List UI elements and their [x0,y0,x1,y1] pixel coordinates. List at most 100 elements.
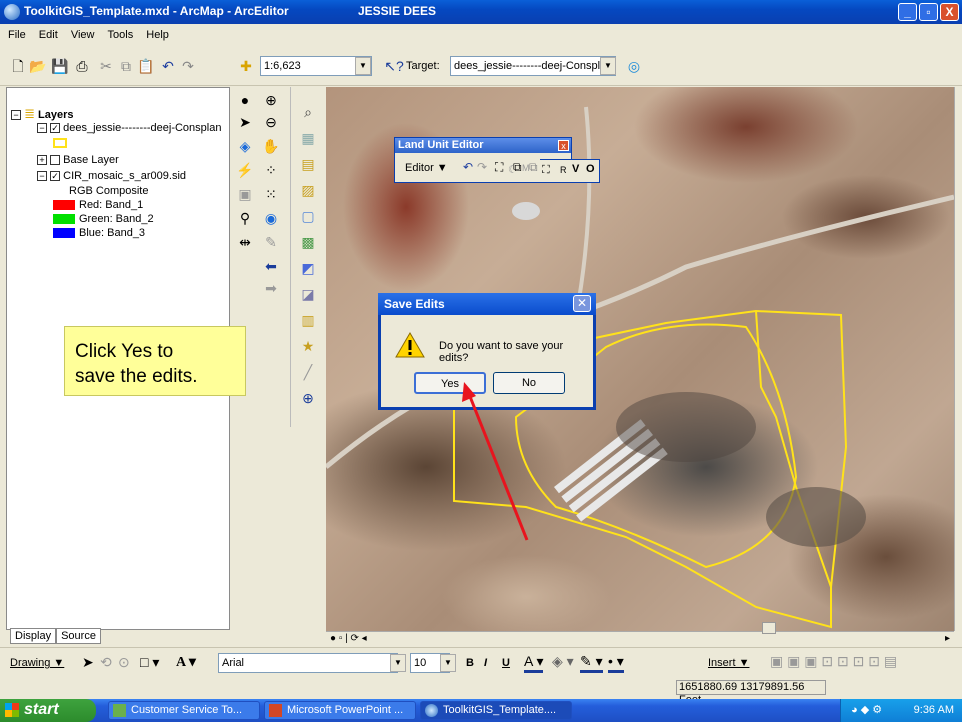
select-features-icon[interactable]: ◈ [234,135,256,157]
crosshair-tool-icon[interactable]: ⊕ [297,387,319,409]
pointer-tool-icon[interactable]: ⌕ [297,101,319,123]
scroll-right-arrow[interactable]: ▸ [945,633,950,644]
fill-color-icon[interactable]: ◈ ▾ [552,653,574,670]
measure-icon[interactable]: ⇹ [234,231,256,253]
close-button[interactable]: X [940,3,959,21]
forward-extent-icon[interactable]: ➡ [260,277,282,299]
sketch-properties-icon[interactable]: ◎ [624,56,644,76]
horizontal-scrollbar[interactable]: ● ▫ | ⟳ ◂ ▸ [326,622,954,647]
menu-file[interactable]: File [8,29,26,41]
marker-color-icon[interactable]: • ▾ [608,653,624,673]
scroll-thumb[interactable] [762,622,776,634]
menu-help[interactable]: Help [146,29,169,41]
zoom-to-selected-icon[interactable]: ⊙ [118,654,130,671]
whats-this-help-icon[interactable]: ↖? [384,56,404,76]
menu-view[interactable]: View [71,29,95,41]
text-icon[interactable]: A ▾ [176,654,196,671]
taskbar-item[interactable]: Customer Service To... [108,701,260,720]
target-dropdown-arrow[interactable]: ▼ [600,57,616,75]
split-tool-icon[interactable]: ▤ [297,153,319,175]
minimize-button[interactable]: _ [898,3,917,21]
taskbar-item[interactable]: Microsoft PowerPoint ... [264,701,416,720]
zoom-in-icon[interactable]: ⊕ [260,89,282,111]
collapse-toggle[interactable]: − [37,123,47,134]
polygon-symbol[interactable] [53,138,67,151]
bold-button[interactable]: B [466,657,474,669]
cut-icon[interactable]: ✂ [96,56,116,76]
copy-icon[interactable]: ⧉ [116,56,136,76]
layer-visibility-checkbox[interactable]: ✓ [50,123,61,134]
fixed-zoom-in-icon[interactable]: ⁘ [260,159,282,181]
layer-visibility-checkbox[interactable]: ✓ [50,171,61,182]
toc-root-row[interactable]: − ≣ Layers [11,106,74,122]
pan-hand-icon[interactable]: ✋ [260,135,282,157]
tray-icons[interactable]: ◕ ◆ ⚙ [851,699,882,722]
menu-tools[interactable]: Tools [108,29,134,41]
new-document-icon[interactable]: 🗋 [8,56,28,76]
html-popup-icon[interactable]: ▣ [234,183,256,205]
line-tool-icon[interactable]: ╱ [297,361,319,383]
scale-dropdown-arrow[interactable]: ▼ [355,57,371,75]
menu-edit[interactable]: Edit [39,29,58,41]
toc-layer-row[interactable]: − ✓ CIR_mosaic_s_ar009.sid [37,170,186,182]
maximize-button[interactable]: ▫ [919,3,938,21]
undo-icon[interactable]: ↶ [158,56,178,76]
redo-icon[interactable]: ↷ [178,56,198,76]
insert-menu-button[interactable]: Insert ▼ [708,657,749,669]
font-color-icon[interactable]: A ▾ [524,653,544,673]
layout-tools-icon[interactable]: ▣ ▣ ▣ ⊡ ⊡ ⊡ ⊡ ▤ [770,653,897,670]
close-icon[interactable]: x [558,140,569,151]
drawing-menu-button[interactable]: Drawing ▼ [10,657,64,669]
toc-layer-row[interactable]: − ✓ dees_jessie--------deej-Consplan [37,122,221,134]
edit-target-select[interactable]: dees_jessie--------deej-Consplan [450,56,616,76]
merge-tool-icon[interactable]: ▨ [297,179,319,201]
zoom-out-icon[interactable]: ⊖ [260,111,282,133]
collapse-toggle[interactable]: − [11,110,21,121]
vertical-scrollbar[interactable] [954,87,962,631]
no-button[interactable]: No [493,372,565,394]
collapse-toggle[interactable]: − [37,171,47,182]
tab-source[interactable]: Source [56,628,101,644]
v-tool-button[interactable]: V [572,163,579,175]
union-tool-icon[interactable]: ◪ [297,283,319,305]
find-binoculars-icon[interactable]: ⚲ [234,207,256,229]
cut-polygon-icon[interactable]: ◩ [297,257,319,279]
identify-icon[interactable]: ● [234,89,256,111]
line-color-icon[interactable]: ✎ ▾ [580,653,603,673]
save-icon[interactable]: 💾 [50,56,70,76]
layer-visibility-checkbox[interactable] [50,155,61,166]
star-tool-icon[interactable]: ★ [297,335,319,357]
polygon-tool-icon[interactable]: ⛶ [542,164,550,177]
route-icon[interactable]: ✎ [260,231,282,253]
add-data-icon[interactable]: ✚ [236,56,256,76]
tab-display[interactable]: Display [10,628,57,644]
italic-button[interactable]: I [484,657,487,669]
rectangle-icon[interactable]: □ ▾ [140,654,159,671]
start-button[interactable]: start [0,699,96,722]
print-icon[interactable]: ⎙ [72,56,92,76]
dialog-close-button[interactable]: ✕ [573,295,591,312]
paste-icon[interactable]: 📋 [136,56,156,76]
full-extent-globe-icon[interactable]: ◉ [260,207,282,229]
underline-button[interactable]: U [502,657,510,669]
select-elements-icon[interactable]: ➤ [234,111,256,133]
merge-icon[interactable]: ☾ [508,163,518,176]
open-folder-icon[interactable]: 📂 [28,56,48,76]
font-name-select[interactable]: Arial [218,653,398,673]
toc-layer-row[interactable]: + Base Layer [37,154,119,166]
font-dropdown-arrow[interactable]: ▼ [390,654,406,672]
fixed-zoom-out-icon[interactable]: ⁙ [260,183,282,205]
clip-tool-icon[interactable]: ▩ [297,231,319,253]
reshape-tool-icon[interactable]: ▢ [297,205,319,227]
select-elements-icon[interactable]: ➤ [82,654,94,671]
hyperlink-icon[interactable]: ⚡ [234,159,256,181]
r-tool-button[interactable]: R [560,165,567,175]
pattern-tool-icon[interactable]: ▥ [297,309,319,331]
size-dropdown-arrow[interactable]: ▼ [440,654,456,672]
layout-view-toggle-icon[interactable]: ● ▫ | ⟳ ◂ [330,633,367,644]
rotate-icon[interactable]: ⟲ [100,654,112,671]
yes-button[interactable]: Yes [414,372,486,394]
o-tool-button[interactable]: O [586,163,595,175]
expand-toggle[interactable]: + [37,155,47,166]
taskbar-item[interactable]: ToolkitGIS_Template.... [420,701,572,720]
